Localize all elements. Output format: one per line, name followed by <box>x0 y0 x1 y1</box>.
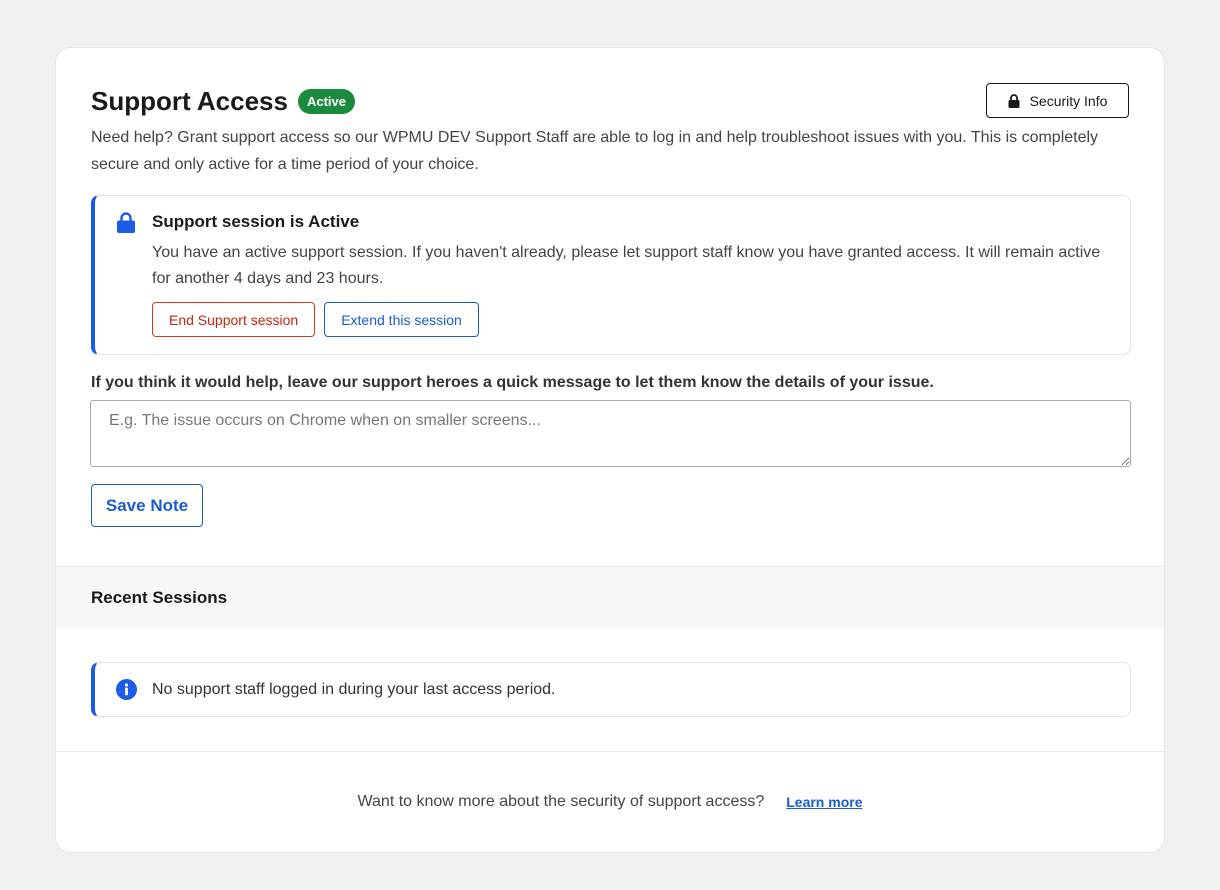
save-note-button[interactable]: Save Note <box>91 484 203 527</box>
recent-sessions-header: Recent Sessions <box>56 566 1164 628</box>
recent-sessions-title: Recent Sessions <box>91 587 228 607</box>
session-active-notice: Support session is Active You have an ac… <box>91 195 1131 355</box>
end-session-button[interactable]: End Support session <box>152 302 316 337</box>
notice-actions: End Support session Extend this session <box>152 302 1110 337</box>
status-badge: Active <box>297 88 356 114</box>
notice-title: Support session is Active <box>152 212 360 231</box>
extend-session-button[interactable]: Extend this session <box>324 302 479 337</box>
title-row: Support Access Active <box>91 83 1129 119</box>
lock-icon <box>1008 93 1020 108</box>
notice-text: You have an active support session. If y… <box>152 244 1101 287</box>
page-description: Need help? Grant support access so our W… <box>91 129 1099 173</box>
security-info-button[interactable]: Security Info <box>986 83 1129 118</box>
support-access-section: Support Access Active Security Info Need… <box>56 48 1164 527</box>
no-sessions-notice: No support staff logged in during your l… <box>91 662 1131 717</box>
support-access-card: Support Access Active Security Info Need… <box>55 47 1165 853</box>
footer-text: Want to know more about the security of … <box>357 793 765 810</box>
no-sessions-text: No support staff logged in during your l… <box>152 680 556 698</box>
footer: Want to know more about the security of … <box>56 751 1164 852</box>
note-label: If you think it would help, leave our su… <box>91 374 934 391</box>
note-textarea[interactable] <box>90 400 1131 467</box>
learn-more-link[interactable]: Learn more <box>786 794 862 810</box>
page-title: Support Access <box>91 85 288 116</box>
lock-icon <box>117 212 135 233</box>
security-info-label: Security Info <box>1029 92 1108 109</box>
info-icon <box>116 679 137 700</box>
